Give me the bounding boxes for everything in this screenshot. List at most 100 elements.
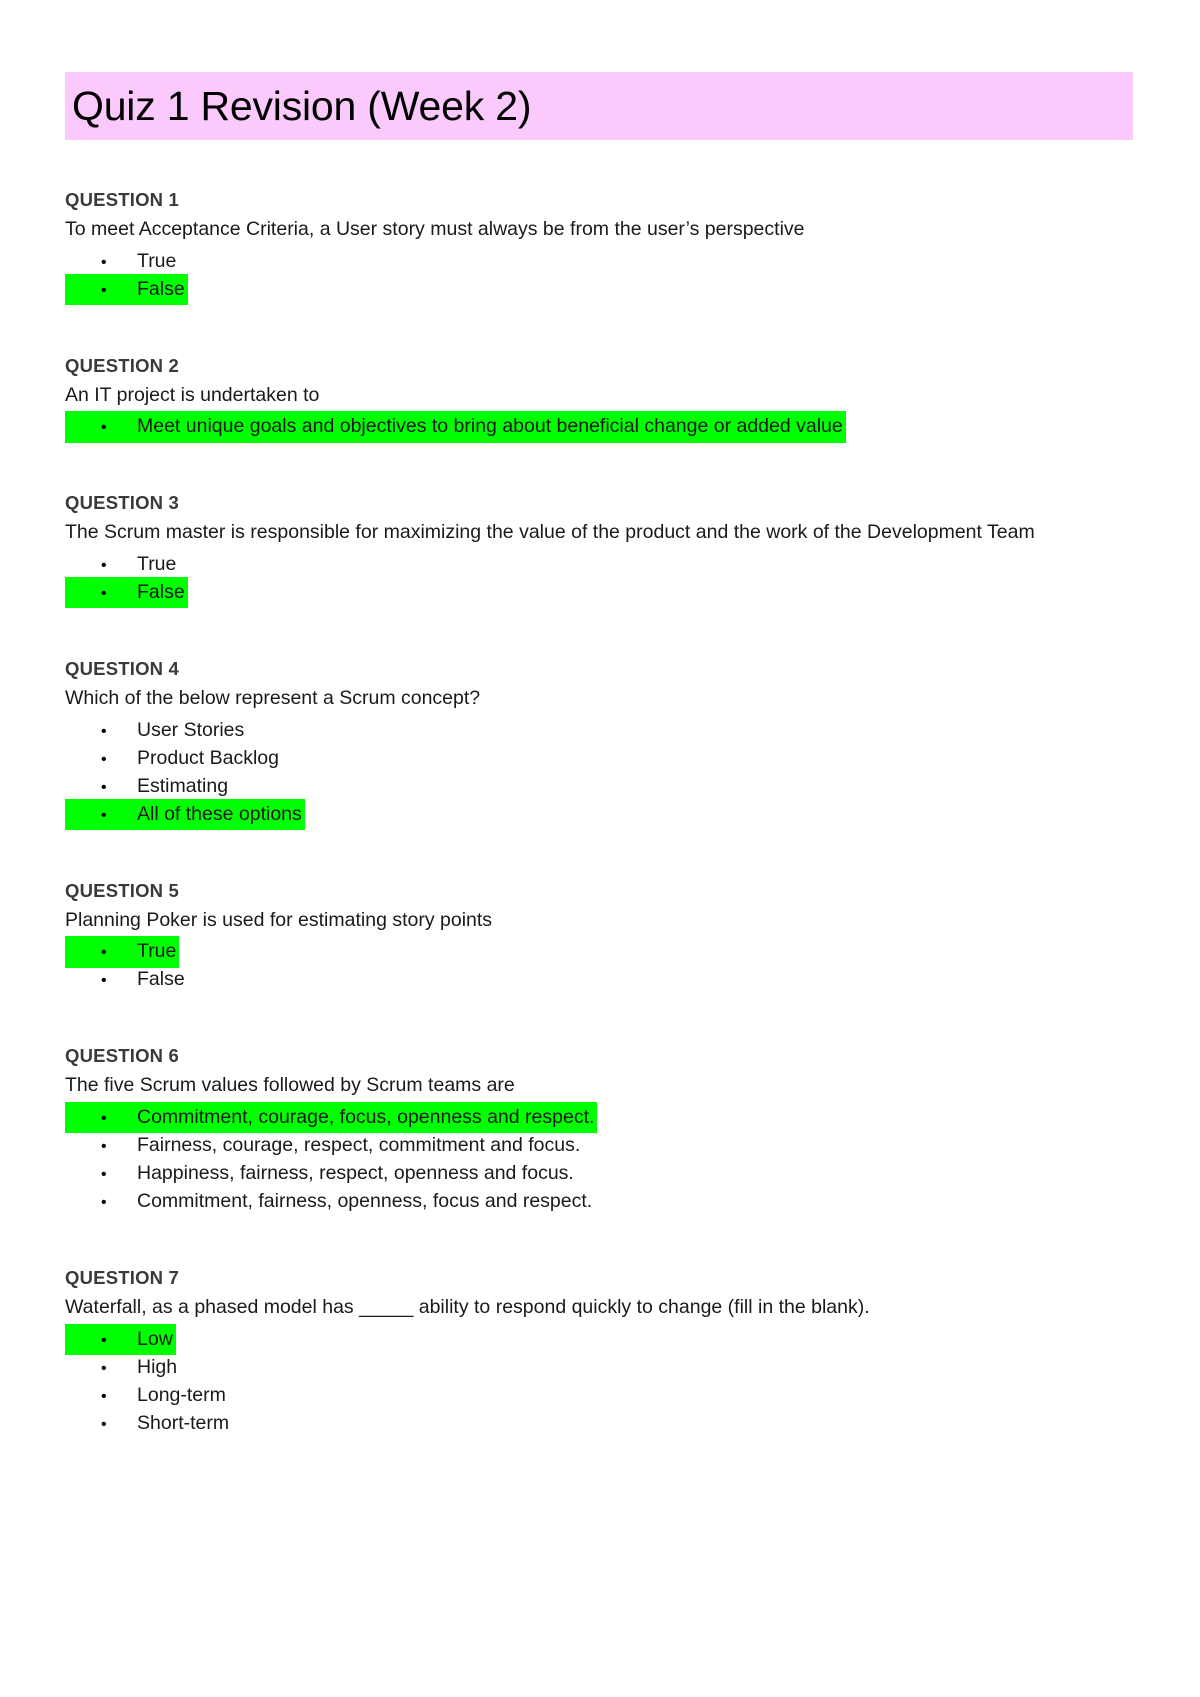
answer-option-label: Commitment, fairness, openness, focus an… (137, 1189, 593, 1212)
answer-option-label: False (137, 968, 185, 991)
bullet-icon: • (101, 806, 107, 824)
answer-option[interactable]: • True (65, 246, 1135, 274)
answer-option-inner: • True (65, 549, 179, 580)
answer-option[interactable]: • True (65, 549, 1135, 577)
answer-option-label: True (137, 552, 177, 575)
document-page: Quiz 1 Revision (Week 2) QUESTION 1 To me… (0, 0, 1200, 1697)
answer-option-label: Long-term (137, 1383, 226, 1406)
question-spacer (65, 1214, 1135, 1266)
answer-option[interactable]: • User Stories (65, 715, 1135, 743)
question-text: Waterfall, as a phased model has _____ a… (65, 1295, 870, 1318)
question-block: QUESTION 1 To meet Acceptance Criteria, a… (65, 188, 1135, 305)
quiz-content: QUESTION 1 To meet Acceptance Criteria, a… (65, 188, 1135, 1436)
answer-option-label: Happiness, fairness, respect, openness a… (137, 1161, 574, 1184)
answer-option-label: Fairness, courage, respect, commitment a… (137, 1133, 581, 1156)
bullet-icon: • (101, 584, 107, 602)
question-text: Which of the below represent a Scrum con… (65, 686, 481, 709)
bullet-icon: • (101, 253, 107, 271)
question-spacer (65, 992, 1135, 1044)
bullet-icon: • (101, 1331, 107, 1349)
question-spacer (65, 605, 1135, 657)
answer-option[interactable]: • Short-term (65, 1408, 1135, 1436)
question-block: QUESTION 6 The five Scrum values followed… (65, 1044, 1135, 1214)
bullet-icon: • (101, 972, 107, 990)
question-header: QUESTION 6 (65, 1045, 180, 1067)
bullet-icon: • (101, 1137, 107, 1155)
answer-option-inner: • Fairness, courage, respect, commitment … (65, 1130, 583, 1161)
page-title: Quiz 1 Revision (Week 2) (72, 82, 532, 129)
answer-option-inner: • Commitment, courage, focus, openness an… (65, 1101, 598, 1134)
answer-option[interactable]: • Long-term (65, 1380, 1135, 1408)
answer-option-highlighted[interactable]: • Commitment, courage, focus, openness an… (65, 1101, 1135, 1134)
answer-option-list: • True • False (65, 549, 1135, 609)
answer-option-inner: • Commitment, fairness, openness, focus a… (65, 1186, 595, 1217)
answer-option-highlighted[interactable]: • Meet unique goals and objectives to bri… (65, 411, 1135, 443)
answer-option-label: False (137, 580, 185, 603)
bullet-icon: • (101, 1109, 107, 1127)
answer-option-inner: • Meet unique goals and objectives to bri… (65, 411, 846, 443)
question-header: QUESTION 2 (65, 354, 180, 376)
question-text: To meet Acceptance Criteria, a User stor… (65, 217, 805, 240)
answer-option-label: Estimating (137, 774, 229, 797)
answer-option-inner: • False (65, 964, 188, 995)
answer-option-label: False (137, 277, 185, 300)
answer-option-highlighted[interactable]: • Low (65, 1323, 1135, 1355)
bullet-icon: • (101, 1359, 107, 1377)
answer-option-label: Low (137, 1327, 173, 1350)
bullet-icon: • (101, 1193, 107, 1211)
answer-option-highlighted[interactable]: • False (65, 273, 1135, 305)
answer-option-inner: • Estimating (65, 771, 231, 802)
answer-option-inner: • Product Backlog (65, 743, 282, 774)
answer-option-label: Commitment, courage, focus, openness and… (137, 1105, 595, 1128)
question-text: The Scrum master is responsible for maxi… (65, 521, 1035, 544)
answer-option[interactable]: • Product Backlog (65, 743, 1135, 771)
answer-option-inner: • True (65, 936, 180, 968)
answer-option-inner: • Low (65, 1323, 176, 1355)
answer-option-list: • User Stories • Product Backlog • Estimating… (65, 715, 1135, 830)
answer-option-inner: • High (65, 1352, 180, 1383)
answer-option-list: • True • False (65, 936, 1135, 992)
bullet-icon: • (101, 1415, 107, 1433)
answer-option[interactable]: • Commitment, fairness, openness, focus a… (65, 1186, 1135, 1214)
question-header: QUESTION 3 (65, 492, 180, 514)
bullet-icon: • (101, 1165, 107, 1183)
answer-option-inner: • All of these options (65, 798, 305, 830)
answer-option-label: All of these options (137, 802, 302, 825)
question-header: QUESTION 5 (65, 879, 180, 901)
question-text: The five Scrum values followed by Scrum … (65, 1074, 515, 1097)
answer-option-list: • True • False (65, 246, 1135, 305)
answer-option-highlighted[interactable]: • True (65, 936, 1135, 968)
question-spacer (65, 827, 1135, 879)
bullet-icon: • (101, 944, 107, 962)
answer-option-label: Product Backlog (137, 746, 279, 769)
document-title-banner: Quiz 1 Revision (Week 2) (65, 72, 1133, 140)
question-block: QUESTION 7 Waterfall, as a phased model h… (65, 1266, 1135, 1436)
bullet-icon: • (101, 556, 107, 574)
question-block: QUESTION 4 Which of the below represent a… (65, 657, 1135, 830)
answer-option-inner: • Happiness, fairness, respect, openness … (65, 1158, 577, 1189)
bullet-icon: • (101, 750, 107, 768)
answer-option-label: True (137, 249, 177, 272)
answer-option[interactable]: • High (65, 1352, 1135, 1380)
question-header: QUESTION 7 (65, 1266, 180, 1288)
answer-option-highlighted[interactable]: • All of these options (65, 798, 1135, 830)
answer-option-highlighted[interactable]: • False (65, 576, 1135, 609)
question-block: QUESTION 3 The Scrum master is responsibl… (65, 491, 1135, 609)
answer-option[interactable]: • Fairness, courage, respect, commitment … (65, 1130, 1135, 1158)
answer-option-list: • Commitment, courage, focus, openness an… (65, 1101, 1135, 1214)
answer-option[interactable]: • Happiness, fairness, respect, openness … (65, 1158, 1135, 1186)
bullet-icon: • (101, 778, 107, 796)
answer-option-label: Short-term (137, 1411, 230, 1434)
bullet-icon: • (101, 722, 107, 740)
bullet-icon: • (101, 419, 107, 437)
bullet-icon: • (101, 1387, 107, 1405)
question-spacer (65, 439, 1135, 491)
question-spacer (65, 302, 1135, 354)
answer-option-list: • Low • High • Long-term • Short-term (65, 1323, 1135, 1436)
answer-option[interactable]: • False (65, 964, 1135, 992)
answer-option-inner: • Short-term (65, 1408, 232, 1439)
answer-option-label: User Stories (137, 718, 245, 741)
answer-option-label: High (137, 1355, 178, 1378)
answer-option[interactable]: • Estimating (65, 771, 1135, 799)
answer-option-label: Meet unique goals and objectives to brin… (137, 415, 843, 438)
